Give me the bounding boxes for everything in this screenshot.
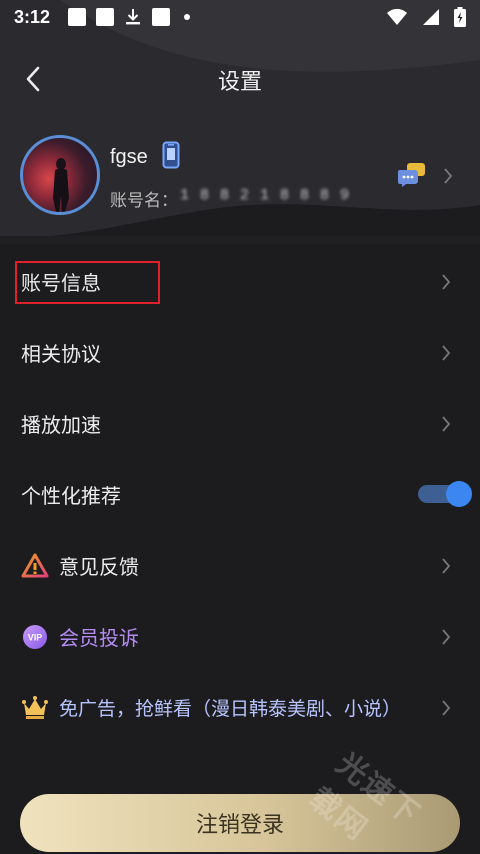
chevron-right-icon xyxy=(442,629,451,645)
svg-text:VIP: VIP xyxy=(28,632,43,642)
section-divider xyxy=(0,236,480,244)
chevron-right-icon xyxy=(444,168,453,184)
notification-icon xyxy=(96,8,115,26)
menu-item-vip-complaint[interactable]: VIP 会员投诉 xyxy=(0,601,480,672)
download-icon xyxy=(126,9,141,25)
wifi-icon xyxy=(387,8,407,25)
menu-item-label: 账号信息 xyxy=(21,271,101,295)
menu-item-label: 相关协议 xyxy=(21,342,101,366)
battery-icon xyxy=(454,7,466,27)
chevron-right-icon xyxy=(442,558,451,574)
page-title: 设置 xyxy=(217,70,262,95)
chevron-right-icon xyxy=(442,700,451,716)
account-name-label: 账号名： xyxy=(110,191,178,211)
toggle-knob xyxy=(446,481,472,507)
header: 设置 xyxy=(0,52,480,106)
menu-item-label: 播放加速 xyxy=(21,413,101,437)
menu-item-feedback[interactable]: 意见反馈 xyxy=(0,530,480,601)
more-notifications-dot xyxy=(184,14,191,20)
menu-item-label: 个性化推荐 xyxy=(21,484,121,508)
menu-item-playback-acceleration[interactable]: 播放加速 xyxy=(0,388,480,459)
menu-item-agreements[interactable]: 相关协议 xyxy=(0,317,480,388)
status-bar: 3:12 xyxy=(0,0,480,34)
logout-button-label: 注销登录 xyxy=(195,813,284,838)
menu-item-account-info[interactable]: 账号信息 xyxy=(0,246,480,317)
account-name-value: 1 8 8 2 1 8 8 8 9 xyxy=(180,187,351,204)
warning-icon xyxy=(21,553,49,577)
menu-item-label: 会员投诉 xyxy=(59,626,139,650)
chevron-right-icon xyxy=(442,345,451,361)
crown-icon xyxy=(22,695,48,719)
menu-item-personalized-recommendation: 个性化推荐 xyxy=(0,459,480,530)
avatar-figure xyxy=(53,158,69,212)
notification-icon xyxy=(68,8,87,26)
status-time: 3:12 xyxy=(14,6,51,27)
personalized-recommendation-toggle[interactable] xyxy=(418,481,472,507)
settings-menu: 账号信息 相关协议 播放加速 个性化推荐 意见反馈 VIP 会员投诉 免广告，抢… xyxy=(0,246,480,743)
menu-item-label: 意见反馈 xyxy=(59,555,139,579)
vip-icon: VIP xyxy=(23,624,47,649)
message-icon[interactable] xyxy=(398,162,426,188)
menu-item-ad-free-promo[interactable]: 免广告，抢鲜看（漫日韩泰美剧、小说） xyxy=(0,672,480,743)
chevron-right-icon xyxy=(442,416,451,432)
profile-card[interactable]: fgse 账号名： 1 8 8 2 1 8 8 8 9 xyxy=(0,130,480,220)
chevron-right-icon xyxy=(442,274,451,290)
phone-bound-icon xyxy=(162,141,180,169)
username: fgse xyxy=(110,146,148,168)
menu-item-label: 免广告，抢鲜看（漫日韩泰美剧、小说） xyxy=(59,698,402,720)
notification-icon xyxy=(152,8,171,26)
signal-icon xyxy=(423,9,439,25)
avatar[interactable] xyxy=(20,135,100,215)
